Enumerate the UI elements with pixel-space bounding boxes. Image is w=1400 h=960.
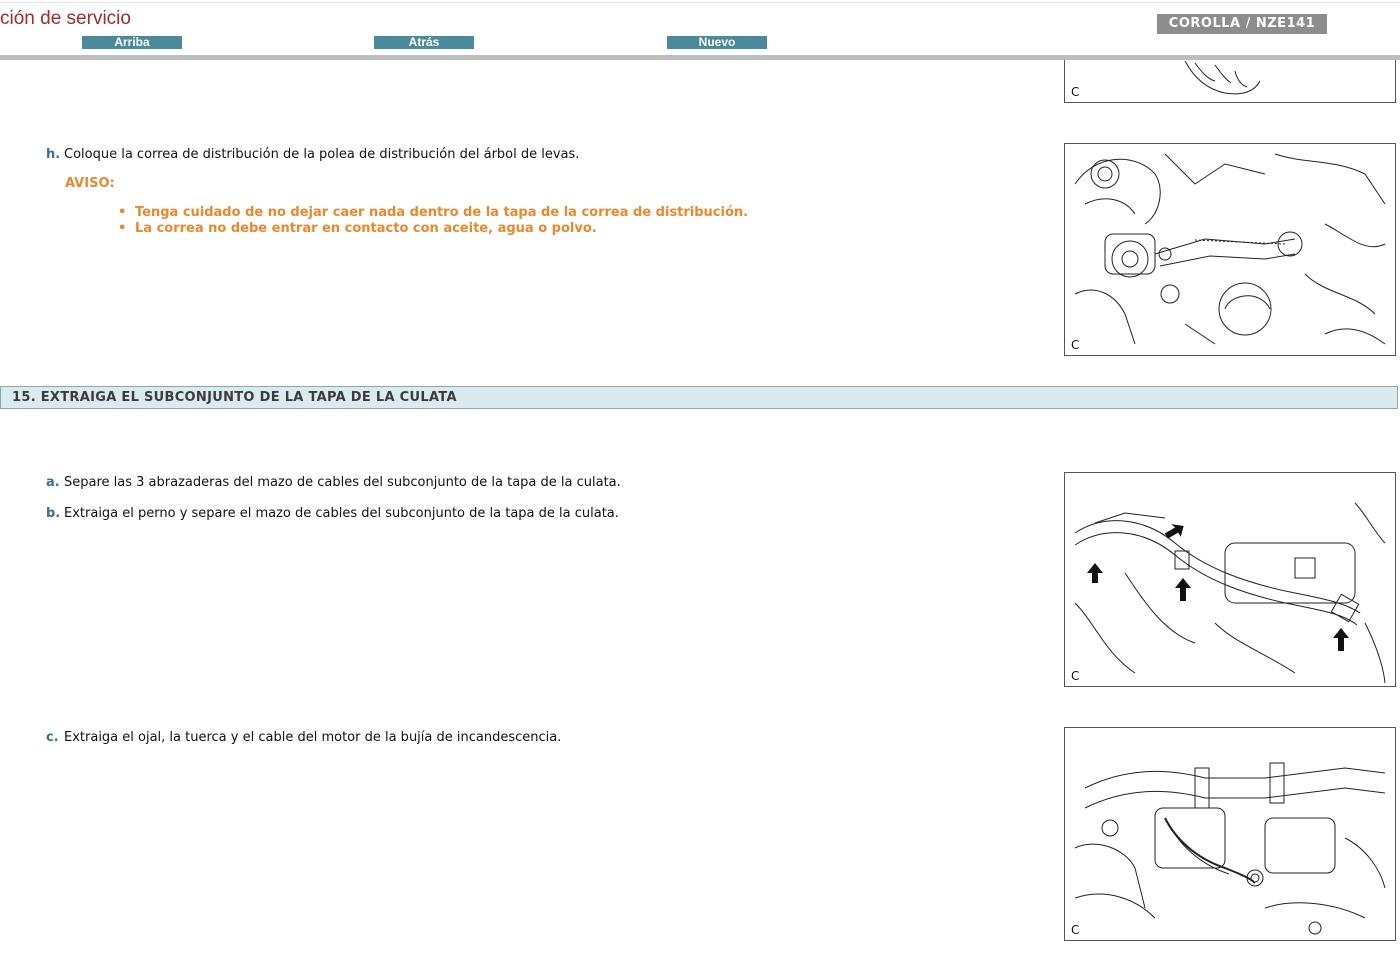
figure-label: C — [1071, 85, 1080, 99]
page-header: ción de servicio Arriba Atrás Nuevo CORO… — [0, 0, 1400, 60]
step-b: b. Extraiga el perno y separe el mazo de … — [46, 506, 619, 521]
illustration-glow-plug: C — [1064, 727, 1396, 941]
figure-label: C — [1071, 669, 1080, 683]
nav-new-button[interactable]: Nuevo — [667, 36, 767, 49]
page-title: ción de servicio — [0, 8, 131, 29]
header-divider — [0, 55, 1400, 60]
timing-belt-illustration — [1074, 153, 1386, 345]
notice-label: AVISO: — [65, 176, 115, 191]
model-badge: COROLLA / NZE141 — [1157, 14, 1327, 34]
step-h: h. Coloque la correa de distribución de l… — [46, 147, 579, 162]
wire-harness-illustration — [1074, 502, 1386, 684]
figure-label: C — [1071, 338, 1080, 352]
illustration-wire-harness: C — [1064, 472, 1396, 687]
top-divider — [0, 2, 1400, 3]
glow-plug-illustration — [1074, 762, 1386, 935]
step-a: a. Separe las 3 abrazaderas del mazo de c… — [46, 475, 621, 490]
illustration-timing-belt: C — [1064, 143, 1396, 356]
step-c: c. Extraiga el ojal, la tuerca y el cable… — [46, 730, 561, 745]
figure-label: C — [1071, 923, 1080, 937]
nav-top-button[interactable]: Arriba — [82, 36, 182, 49]
step-letter: h. — [46, 147, 61, 162]
section-header: 15. EXTRAIGA EL SUBCONJUNTO DE LA TAPA D… — [0, 386, 1398, 409]
step-letter: c. — [46, 730, 59, 745]
nav-back-button[interactable]: Atrás — [374, 36, 474, 49]
notice-item: La correa no debe entrar en contacto con… — [118, 221, 748, 237]
step-letter: a. — [46, 475, 60, 490]
notice-list: Tenga cuidado de no dejar caer nada dent… — [118, 205, 748, 237]
notice-item: Tenga cuidado de no dejar caer nada dent… — [118, 205, 748, 221]
arrow-markers — [1087, 524, 1349, 651]
step-text: Coloque la correa de distribución de la … — [64, 147, 580, 162]
step-text: Extraiga el perno y separe el mazo de ca… — [64, 506, 619, 521]
step-letter: b. — [46, 506, 61, 521]
step-text: Separe las 3 abrazaderas del mazo de cab… — [64, 475, 621, 490]
step-text: Extraiga el ojal, la tuerca y el cable d… — [64, 730, 562, 745]
